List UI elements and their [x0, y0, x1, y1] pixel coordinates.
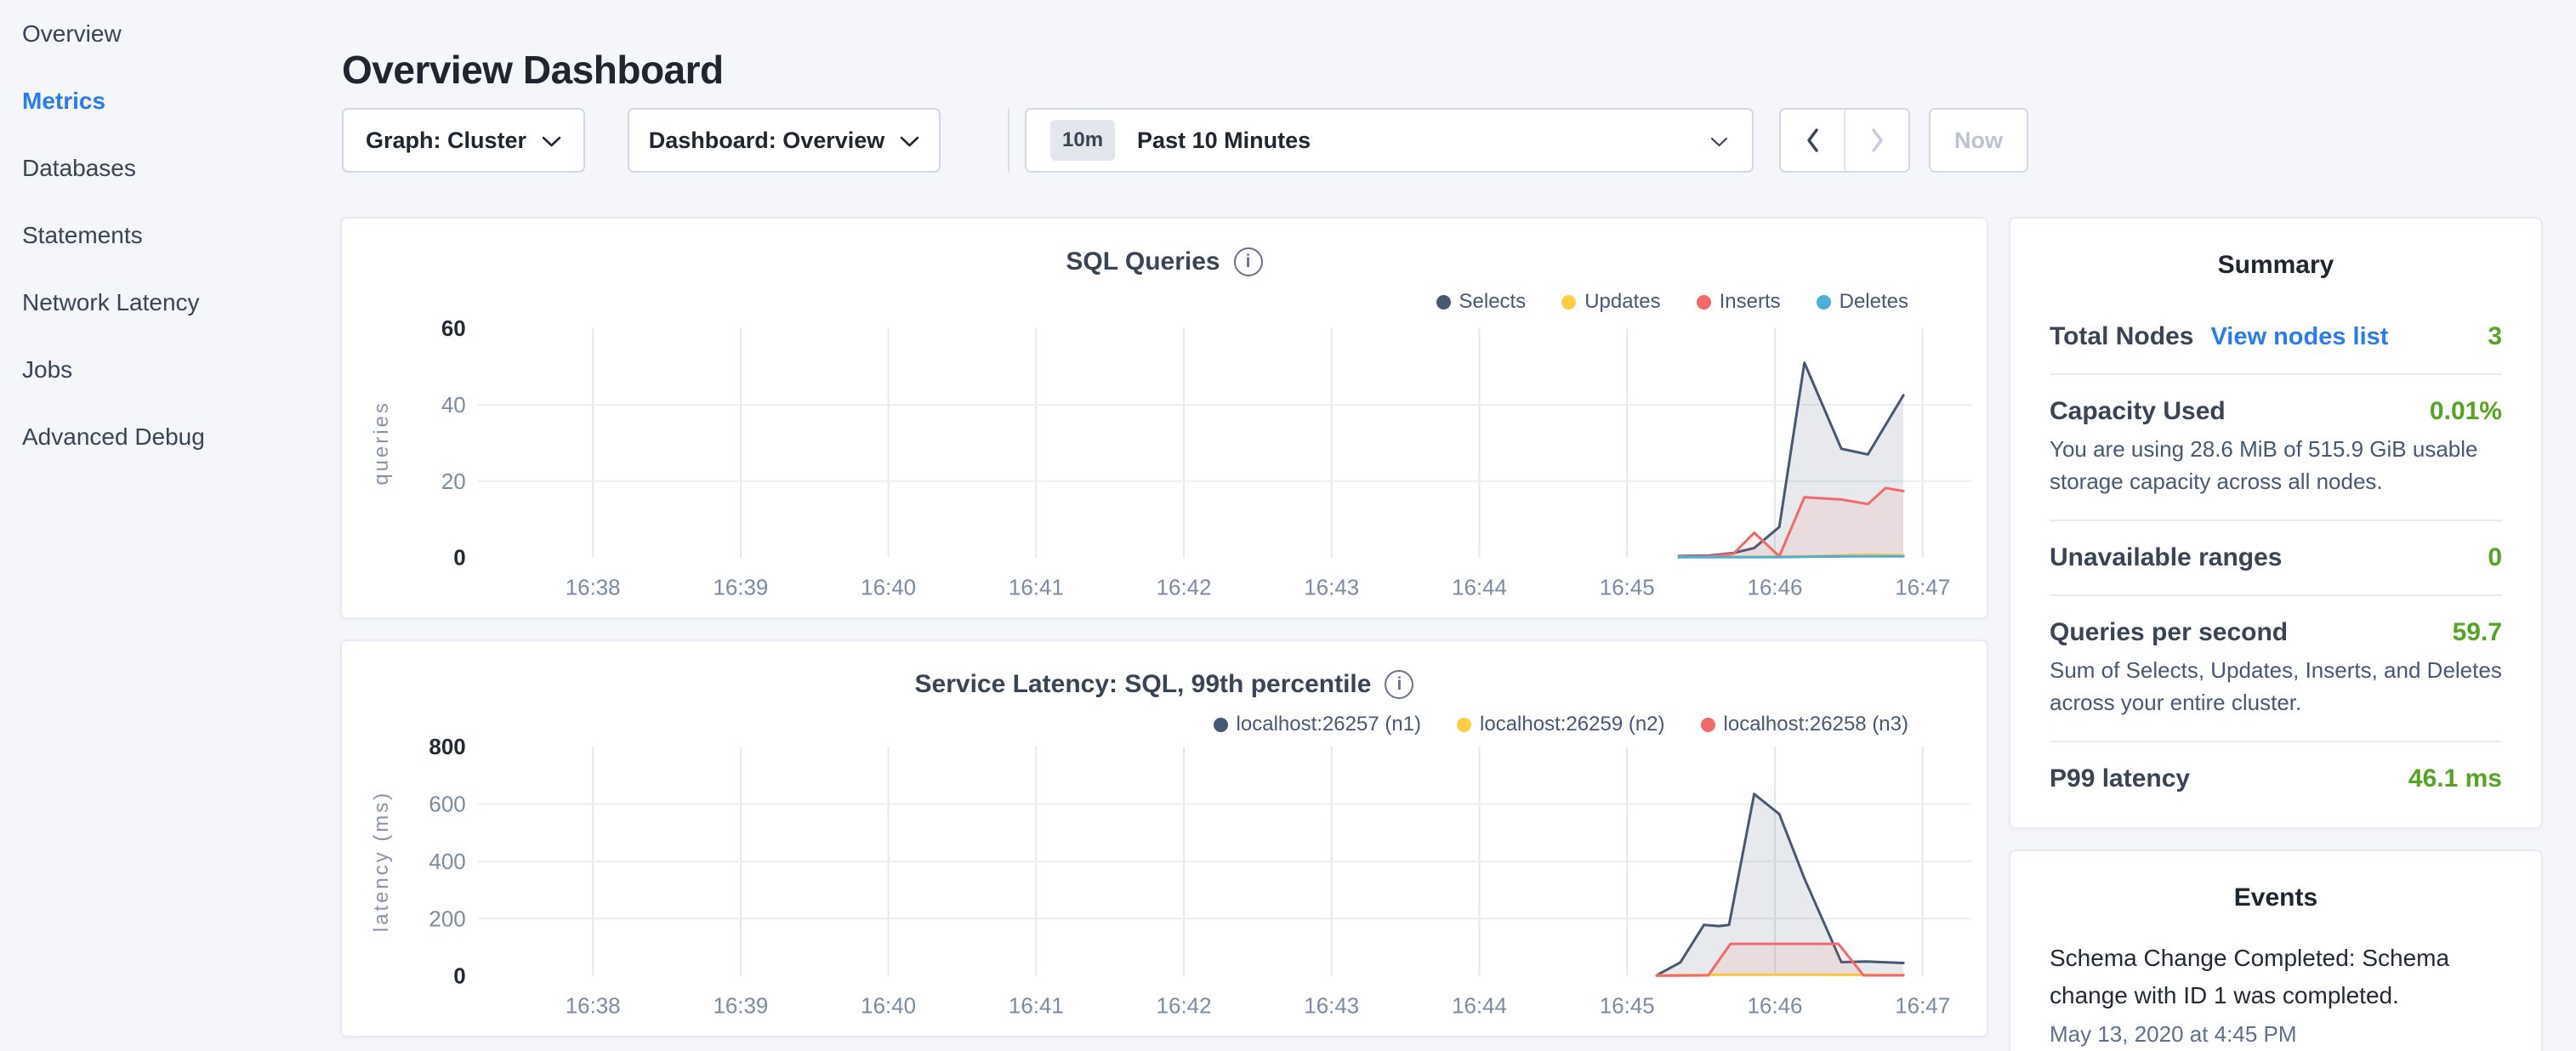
svg-text:16:44: 16:44 [1452, 995, 1507, 1019]
summary-item-value: 0 [2488, 543, 2502, 572]
svg-text:200: 200 [429, 907, 465, 931]
svg-text:16:44: 16:44 [1452, 577, 1507, 600]
right-column: Summary Total Nodes View nodes list 3 Capac… [2009, 217, 2543, 1051]
summary-item-description: You are using 28.6 MiB of 515.9 GiB usab… [2050, 433, 2502, 497]
summary-item-label: Unavailable ranges [2050, 543, 2282, 572]
events-card: Events Schema Change Completed: Schema c… [2009, 849, 2543, 1051]
summary-item-p99-latency: P99 latency 46.1 ms [2050, 764, 2502, 793]
sidebar-item-statements[interactable]: Statements [0, 202, 340, 269]
sidebar-item-databases[interactable]: Databases [0, 134, 340, 202]
summary-divider [2050, 373, 2502, 375]
svg-text:16:38: 16:38 [566, 995, 621, 1019]
svg-text:400: 400 [429, 850, 465, 874]
summary-item-value: 0.01% [2430, 397, 2502, 426]
summary-item-value: 3 [2488, 322, 2502, 351]
svg-text:0: 0 [453, 965, 465, 989]
app-window: OverviewMetricsDatabasesStatementsNetwor… [0, 0, 2576, 1051]
svg-text:latency (ms): latency (ms) [370, 791, 393, 932]
next-interval-button[interactable] [1844, 110, 1908, 171]
summary-divider [2050, 520, 2502, 521]
svg-text:16:39: 16:39 [713, 995, 768, 1019]
svg-text:40: 40 [441, 394, 466, 418]
svg-text:16:46: 16:46 [1748, 995, 1803, 1019]
svg-text:16:43: 16:43 [1304, 577, 1359, 600]
toolbar-divider [1008, 108, 1009, 173]
page-title: Overview Dashboard [342, 47, 724, 93]
prev-interval-button[interactable] [1781, 110, 1844, 171]
svg-text:16:41: 16:41 [1009, 995, 1064, 1019]
summary-item-unavailable-ranges: Unavailable ranges 0 [2050, 543, 2502, 572]
svg-text:16:43: 16:43 [1304, 995, 1359, 1019]
dashboard-dropdown-label: Dashboard: Overview [649, 128, 885, 154]
main-content: Overview Dashboard Graph: Cluster Dashbo… [340, 0, 2543, 1051]
event-item: Schema Change Completed: Schema change w… [2050, 940, 2502, 1048]
summary-item-label: Queries per second [2050, 618, 2288, 647]
svg-text:16:47: 16:47 [1895, 577, 1950, 600]
summary-title: Summary [2050, 219, 2502, 280]
svg-text:16:42: 16:42 [1157, 577, 1212, 600]
summary-item-capacity-used: Capacity Used 0.01% [2050, 397, 2502, 426]
now-button[interactable]: Now [1929, 108, 2028, 173]
time-range-label: Past 10 Minutes [1137, 128, 1710, 154]
summary-item-label: Total Nodes [2050, 322, 2193, 351]
chevron-down-icon [900, 128, 919, 154]
summary-item-value: 46.1 ms [2408, 764, 2502, 793]
svg-text:60: 60 [441, 317, 466, 341]
summary-item-queries-per-second: Queries per second 59.7 [2050, 618, 2502, 647]
svg-text:16:38: 16:38 [566, 577, 621, 600]
sidebar-item-metrics[interactable]: Metrics [0, 67, 340, 134]
toolbar: Graph: Cluster Dashboard: Overview 10m P… [340, 108, 2543, 173]
sidebar-item-network-latency[interactable]: Network Latency [0, 269, 340, 336]
svg-text:16:47: 16:47 [1895, 995, 1950, 1019]
graph-dropdown-label: Graph: Cluster [366, 128, 526, 154]
svg-text:16:40: 16:40 [861, 577, 916, 600]
svg-text:16:39: 16:39 [713, 577, 768, 600]
event-timestamp: May 13, 2020 at 4:45 PM [2050, 1021, 2502, 1048]
sidebar-item-advanced-debug[interactable]: Advanced Debug [0, 403, 340, 470]
svg-text:20: 20 [441, 470, 466, 494]
summary-item-label: P99 latency [2050, 764, 2190, 793]
dashboard-dropdown[interactable]: Dashboard: Overview [628, 108, 941, 173]
chart-card-sql-queries: SQL QueriesiSelectsUpdatesInsertsDeletes… [340, 217, 1988, 619]
svg-text:0: 0 [453, 547, 465, 571]
service-latency-sql-99th-percentile-chart[interactable]: 16:38 16:39 16:40 16:41 16:42 16:43 16:44 16:45… [342, 641, 1987, 1036]
graph-dropdown[interactable]: Graph: Cluster [342, 108, 585, 173]
sidebar-item-overview[interactable]: Overview [0, 0, 340, 67]
view-nodes-list-link[interactable]: View nodes list [2210, 323, 2388, 351]
svg-text:600: 600 [429, 793, 465, 817]
chevron-down-icon [1710, 128, 1728, 154]
event-text: Schema Change Completed: Schema change w… [2050, 940, 2502, 1014]
summary-item-value: 59.7 [2453, 618, 2502, 647]
svg-text:16:41: 16:41 [1009, 577, 1064, 600]
sidebar: OverviewMetricsDatabasesStatementsNetwor… [0, 0, 340, 1051]
time-range-badge: 10m [1050, 120, 1115, 161]
svg-text:16:45: 16:45 [1600, 995, 1655, 1019]
summary-card: Summary Total Nodes View nodes list 3 Capac… [2009, 217, 2543, 829]
time-range-picker[interactable]: 10m Past 10 Minutes [1025, 108, 1754, 173]
svg-text:800: 800 [429, 736, 465, 759]
summary-item-label: Capacity Used [2050, 397, 2226, 426]
sql-queries-chart[interactable]: 16:38 16:39 16:40 16:41 16:42 16:43 16:44 16:45… [342, 219, 1987, 617]
svg-text:16:42: 16:42 [1157, 995, 1212, 1019]
svg-text:16:45: 16:45 [1600, 577, 1655, 600]
chart-card-service-latency: Service Latency: SQL, 99th percentileilo… [340, 639, 1988, 1037]
summary-item-description: Sum of Selects, Updates, Inserts, and De… [2050, 654, 2502, 719]
summary-divider [2050, 741, 2502, 742]
events-list: Schema Change Completed: Schema change w… [2050, 940, 2502, 1048]
svg-text:queries: queries [370, 401, 393, 485]
charts-column: SQL QueriesiSelectsUpdatesInsertsDeletes… [340, 217, 1988, 1051]
chevron-down-icon [542, 128, 561, 154]
svg-text:16:46: 16:46 [1748, 577, 1803, 600]
svg-text:16:40: 16:40 [861, 995, 916, 1019]
summary-list: Total Nodes View nodes list 3 Capacity Used… [2050, 322, 2502, 793]
summary-item-total-nodes: Total Nodes View nodes list 3 [2050, 322, 2502, 351]
time-nav-group [1779, 108, 1910, 173]
sidebar-item-jobs[interactable]: Jobs [0, 336, 340, 403]
summary-divider [2050, 594, 2502, 596]
events-title: Events [2050, 851, 2502, 912]
